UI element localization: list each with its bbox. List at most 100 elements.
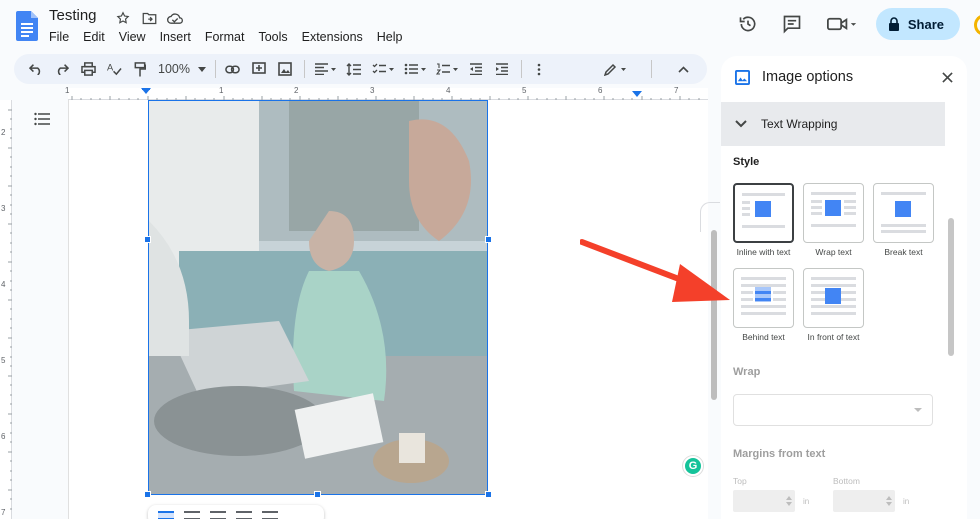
horizontal-ruler[interactable]: 1 1 2 3 4 5 6 7 — [65, 86, 708, 100]
menu-insert[interactable]: Insert — [153, 28, 198, 46]
move-folder-icon[interactable] — [139, 9, 159, 27]
collapse-menus-icon[interactable] — [671, 57, 695, 81]
checklist-icon[interactable] — [368, 57, 398, 81]
wrap-option-behind[interactable]: Behind text — [733, 268, 794, 342]
panel-scrollbar[interactable] — [948, 218, 954, 356]
break-text-icon[interactable] — [210, 510, 226, 519]
wrap-option-front[interactable]: In front of text — [803, 268, 864, 342]
photo-content — [149, 101, 487, 494]
menu-view[interactable]: View — [112, 28, 153, 46]
toolbar-divider — [214, 60, 216, 78]
insert-link-icon[interactable] — [221, 57, 245, 81]
ruler-number: 5 — [522, 86, 527, 95]
dropdown-arrow-icon — [914, 408, 922, 412]
top-margin-input[interactable] — [733, 490, 795, 512]
share-button[interactable]: Share — [875, 8, 960, 40]
top-margin-unit: in — [803, 497, 810, 506]
menu-edit[interactable]: Edit — [76, 28, 112, 46]
panel-header: Image options — [721, 56, 967, 98]
text-wrapping-section[interactable]: Text Wrapping — [721, 102, 945, 146]
resize-handle[interactable] — [485, 236, 492, 243]
section-title: Text Wrapping — [761, 117, 838, 131]
ruler-number: 2 — [1, 128, 6, 137]
zoom-select[interactable]: 100% — [154, 62, 210, 76]
comments-icon[interactable] — [776, 8, 808, 40]
ruler-number: 6 — [598, 86, 603, 95]
resize-handle[interactable] — [144, 491, 151, 498]
stepper-icon — [786, 496, 792, 506]
top-margin-label: Top — [733, 476, 747, 486]
vertical-ruler[interactable]: 2 3 4 5 6 7 — [0, 100, 12, 519]
wrap-option-wrap[interactable]: Wrap text — [803, 183, 864, 257]
selected-image[interactable] — [148, 100, 488, 495]
document-outline-icon[interactable] — [34, 112, 50, 126]
docs-logo-icon[interactable] — [16, 11, 38, 41]
undo-icon[interactable] — [24, 57, 48, 81]
ruler-number: 3 — [1, 204, 6, 213]
image-quick-toolbar — [148, 505, 324, 519]
decrease-indent-icon[interactable] — [464, 57, 488, 81]
account-avatar[interactable] — [974, 14, 980, 36]
header-actions: Share — [732, 8, 960, 40]
inline-with-text-icon — [733, 183, 794, 243]
print-icon[interactable] — [76, 57, 100, 81]
numbered-list-icon[interactable] — [432, 57, 462, 81]
image-options-panel: Image options Text Wrapping Style Inline… — [721, 56, 967, 519]
toolbar-divider — [303, 60, 305, 78]
ruler-number: 1 — [65, 86, 70, 95]
increase-indent-icon[interactable] — [490, 57, 514, 81]
insert-image-icon[interactable] — [273, 57, 297, 81]
wrap-text-icon[interactable] — [184, 510, 200, 519]
ruler-number: 4 — [1, 280, 6, 289]
wrap-select[interactable] — [733, 394, 933, 426]
inline-wrap-icon[interactable] — [158, 510, 174, 519]
image-icon — [735, 69, 750, 85]
ruler-ticks — [71, 88, 700, 100]
bottom-margin-input[interactable] — [833, 490, 895, 512]
option-label: In front of text — [807, 332, 860, 342]
menu-format[interactable]: Format — [198, 28, 252, 46]
meet-video-icon[interactable] — [820, 8, 864, 40]
redo-icon[interactable] — [50, 57, 74, 81]
close-icon[interactable] — [942, 71, 953, 83]
editing-toolbar: A 100% — [14, 54, 707, 84]
paint-format-icon[interactable] — [128, 57, 152, 81]
more-vertical-icon[interactable] — [527, 57, 551, 81]
line-spacing-icon[interactable] — [342, 57, 366, 81]
svg-text:A: A — [107, 62, 114, 72]
resize-handle[interactable] — [485, 491, 492, 498]
resize-handle[interactable] — [144, 236, 151, 243]
margins-label: Margins from text — [733, 448, 826, 460]
star-icon[interactable] — [113, 9, 133, 27]
history-icon[interactable] — [732, 8, 764, 40]
menu-bar: File Edit View Insert Format Tools Exten… — [42, 28, 410, 46]
style-label: Style — [733, 156, 760, 168]
wrap-option-inline[interactable]: Inline with text — [733, 183, 794, 257]
menu-tools[interactable]: Tools — [251, 28, 294, 46]
wrap-text-icon — [803, 183, 864, 243]
option-label: Wrap text — [815, 247, 852, 257]
editing-mode-icon[interactable] — [602, 57, 630, 81]
bulleted-list-icon[interactable] — [400, 57, 430, 81]
front-text-icon[interactable] — [262, 510, 278, 519]
panel-title: Image options — [762, 69, 854, 85]
behind-text-icon[interactable] — [236, 510, 252, 519]
align-left-icon[interactable] — [310, 57, 340, 81]
ruler-number: 1 — [219, 86, 224, 95]
wrap-option-break[interactable]: Break text — [873, 183, 934, 257]
document-title[interactable]: Testing — [49, 7, 97, 24]
ruler-number: 2 — [294, 86, 299, 95]
ruler-number: 7 — [1, 508, 6, 517]
grammarly-icon[interactable]: G — [683, 456, 703, 476]
bottom-margin-unit: in — [903, 497, 910, 506]
resize-handle[interactable] — [314, 491, 321, 498]
spellcheck-icon[interactable]: A — [102, 57, 126, 81]
ruler-ticks — [8, 109, 12, 510]
menu-file[interactable]: File — [42, 28, 76, 46]
toolbar-divider — [651, 60, 652, 78]
cloud-status-icon[interactable] — [165, 9, 185, 27]
add-comment-icon[interactable] — [247, 57, 271, 81]
ruler-number: 5 — [1, 356, 6, 365]
menu-extensions[interactable]: Extensions — [295, 28, 370, 46]
menu-help[interactable]: Help — [370, 28, 410, 46]
